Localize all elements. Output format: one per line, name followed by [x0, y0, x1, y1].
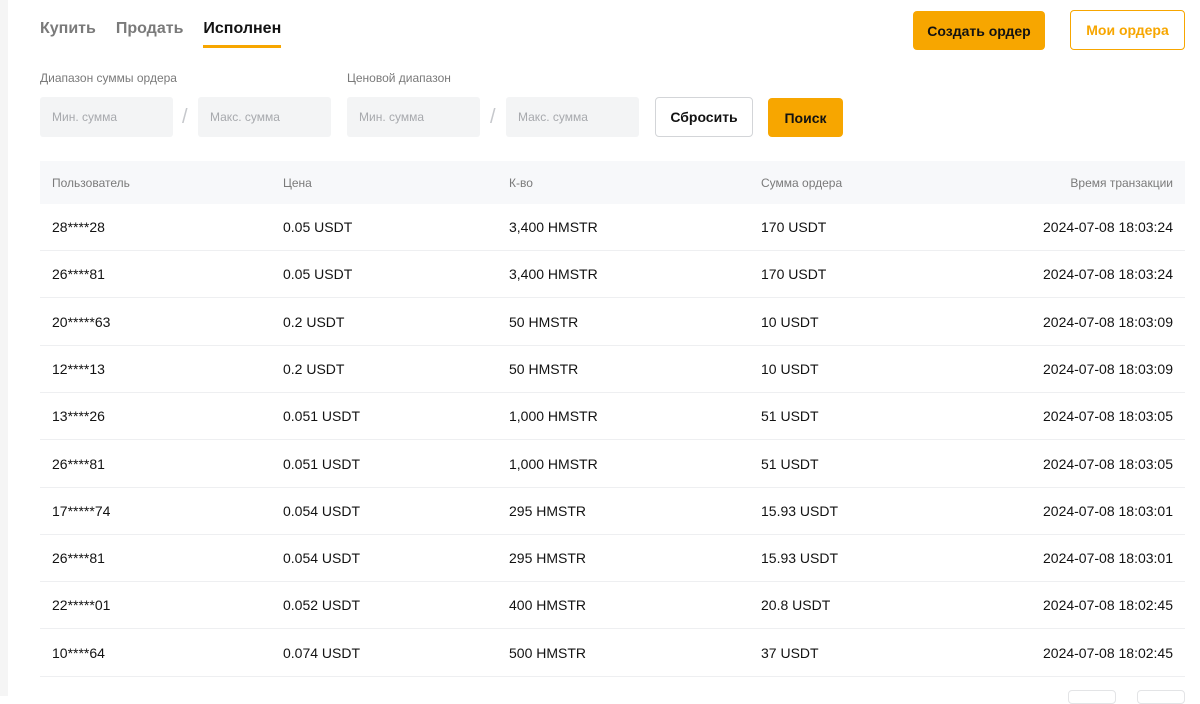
cell-price: 0.051 USDT	[283, 455, 361, 472]
cell-price: 0.074 USDT	[283, 644, 361, 661]
table-row: 13****26 0.051 USDT 1,000 HMSTR 51 USDT 2024…	[40, 393, 1185, 441]
cell-quantity: 50 HMSTR	[509, 360, 579, 377]
cell-order-sum: 15.93 USDT	[761, 502, 839, 519]
cell-time: 2024-07-08 18:03:05	[1043, 455, 1173, 472]
table-row: 17*****74 0.054 USDT 295 HMSTR 15.93 USDT 20…	[40, 488, 1185, 535]
cell-user: 26****81	[52, 266, 105, 283]
cell-user: 22*****01	[52, 597, 111, 614]
cell-user: 17*****74	[52, 502, 111, 519]
cell-price: 0.2 USDT	[283, 313, 345, 330]
cell-order-sum: 10 USDT	[761, 313, 819, 330]
column-header-quantity: К-во	[509, 176, 533, 190]
table-header: Пользователь Цена К-во Сумма ордера Врем…	[40, 161, 1185, 204]
create-order-button[interactable]: Создать ордер	[913, 11, 1045, 50]
cell-quantity: 3,400 HMSTR	[509, 219, 598, 235]
cell-time: 2024-07-08 18:02:45	[1043, 597, 1173, 614]
cell-time: 2024-07-08 18:03:09	[1043, 360, 1173, 377]
pagination-next-button[interactable]	[1137, 690, 1185, 704]
table-row: 26****81 0.05 USDT 3,400 HMSTR 170 USDT 2024…	[40, 251, 1185, 299]
left-panel-edge	[0, 0, 8, 696]
cell-time: 2024-07-08 18:02:45	[1043, 644, 1173, 661]
price-separator: /	[490, 106, 496, 128]
cell-quantity: 295 HMSTR	[509, 502, 587, 519]
column-header-time: Время транзакции	[1070, 176, 1173, 190]
cell-price: 0.054 USDT	[283, 502, 361, 519]
cell-user: 26****81	[52, 455, 105, 472]
cell-order-sum: 10 USDT	[761, 360, 819, 377]
tab-sell[interactable]: Продать	[116, 20, 184, 48]
cell-user: 26****81	[52, 550, 105, 567]
table-row: 12****13 0.2 USDT 50 HMSTR 10 USDT 2024-07-0…	[40, 346, 1185, 393]
cell-quantity: 1,000 HMSTR	[509, 408, 598, 425]
min-amount-input[interactable]	[40, 97, 173, 137]
table-row: 26****81 0.051 USDT 1,000 HMSTR 51 USDT 2024…	[40, 441, 1185, 488]
cell-quantity: 1,000 HMSTR	[509, 455, 598, 472]
cell-order-sum: 170 USDT	[761, 266, 827, 283]
cell-quantity: 50 HMSTR	[509, 313, 579, 330]
table-row: 10****64 0.074 USDT 500 HMSTR 37 USDT 2024-0…	[40, 630, 1185, 677]
cell-order-sum: 51 USDT	[761, 408, 819, 425]
search-button[interactable]: Поиск	[768, 98, 843, 137]
cell-time: 2024-07-08 18:03:01	[1043, 502, 1173, 519]
reset-button[interactable]: Сбросить	[655, 97, 753, 137]
cell-price: 0.051 USDT	[283, 408, 361, 425]
cell-price: 0.05 USDT	[283, 266, 353, 283]
amount-separator: /	[182, 106, 188, 128]
cell-quantity: 500 HMSTR	[509, 644, 587, 661]
order-tabs: Купить Продать Исполнен	[40, 20, 282, 48]
cell-quantity: 400 HMSTR	[509, 597, 587, 614]
table-row: 22*****01 0.052 USDT 400 HMSTR 20.8 USDT 202…	[40, 582, 1185, 630]
cell-quantity: 295 HMSTR	[509, 550, 587, 567]
cell-price: 0.054 USDT	[283, 550, 361, 567]
cell-price: 0.2 USDT	[283, 360, 345, 377]
table-row: 20*****63 0.2 USDT 50 HMSTR 10 USDT 2024-07-…	[40, 299, 1185, 346]
cell-price: 0.052 USDT	[283, 597, 361, 614]
cell-price: 0.05 USDT	[283, 219, 353, 235]
column-header-order-sum: Сумма ордера	[761, 176, 843, 190]
pagination-prev-button[interactable]	[1068, 690, 1116, 704]
cell-order-sum: 20.8 USDT	[761, 597, 831, 614]
cell-time: 2024-07-08 18:03:05	[1043, 408, 1173, 425]
tab-completed[interactable]: Исполнен	[203, 20, 282, 48]
cell-time: 2024-07-08 18:03:01	[1043, 550, 1173, 567]
table-row: 26****81 0.054 USDT 295 HMSTR 15.93 USDT 202…	[40, 535, 1185, 583]
tab-buy[interactable]: Купить	[40, 20, 96, 48]
cell-user: 28****28	[52, 219, 105, 235]
cell-order-sum: 170 USDT	[761, 219, 827, 235]
column-header-user: Пользователь	[52, 176, 130, 190]
min-price-input[interactable]	[347, 97, 480, 137]
cell-time: 2024-07-08 18:03:09	[1043, 313, 1173, 330]
cell-time: 2024-07-08 18:03:24	[1043, 219, 1173, 235]
cell-user: 20*****63	[52, 313, 111, 330]
cell-user: 12****13	[52, 360, 105, 377]
max-amount-input[interactable]	[198, 97, 331, 137]
cell-user: 13****26	[52, 408, 105, 425]
cell-order-sum: 15.93 USDT	[761, 550, 839, 567]
cell-order-sum: 37 USDT	[761, 644, 819, 661]
cell-user: 10****64	[52, 644, 105, 661]
cell-quantity: 3,400 HMSTR	[509, 266, 598, 283]
amount-range-label: Диапазон суммы ордера	[40, 71, 177, 85]
cell-order-sum: 51 USDT	[761, 455, 819, 472]
table-row: 28****28 0.05 USDT 3,400 HMSTR 170 USDT 2024…	[40, 204, 1185, 251]
column-header-price: Цена	[283, 176, 312, 190]
max-price-input[interactable]	[506, 97, 639, 137]
my-orders-button[interactable]: Мои ордера	[1070, 10, 1185, 50]
cell-time: 2024-07-08 18:03:24	[1043, 266, 1173, 283]
price-range-label: Ценовой диапазон	[347, 71, 451, 85]
